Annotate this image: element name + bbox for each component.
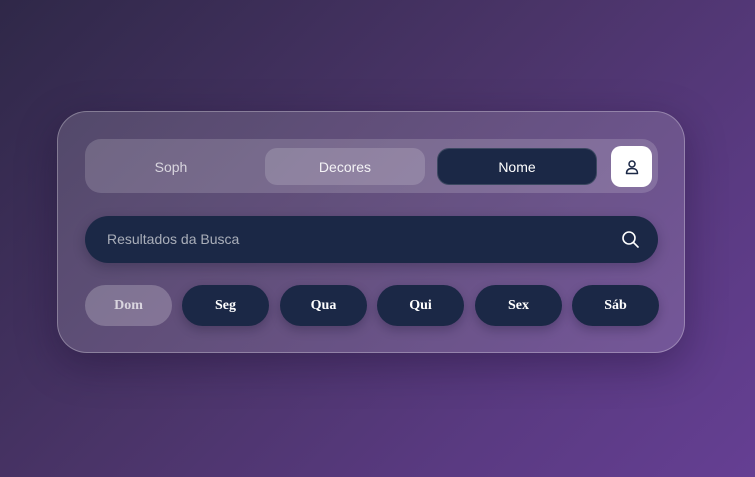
glass-card: Soph Decores Nome Resultados da Busca Do… (57, 111, 685, 353)
tab-decores[interactable]: Decores (265, 148, 425, 185)
tab-nome[interactable]: Nome (437, 148, 597, 185)
tab-bar: Soph Decores Nome (85, 139, 658, 193)
day-qua[interactable]: Qua (280, 285, 367, 326)
day-seg[interactable]: Seg (182, 285, 269, 326)
search-bar[interactable]: Resultados da Busca (85, 216, 658, 263)
day-selector: Dom Seg Qua Qui Sex Sáb (85, 285, 660, 326)
day-sab[interactable]: Sáb (572, 285, 659, 326)
user-button[interactable] (611, 146, 652, 187)
day-qui[interactable]: Qui (377, 285, 464, 326)
tab-soph[interactable]: Soph (91, 148, 251, 185)
user-icon (625, 159, 638, 174)
day-dom[interactable]: Dom (85, 285, 172, 326)
day-sex[interactable]: Sex (475, 285, 562, 326)
search-icon[interactable] (621, 230, 640, 249)
search-label: Resultados da Busca (107, 231, 240, 247)
